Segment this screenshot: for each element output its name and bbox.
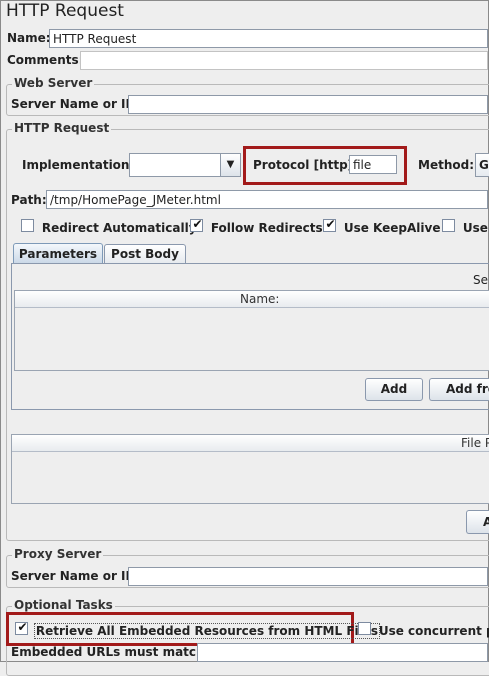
- protocol-label: Protocol [http]:: [253, 158, 358, 172]
- comments-label: Comments:: [7, 53, 84, 67]
- follow-redirects-label: Follow Redirects: [210, 221, 323, 235]
- redirect-automatically-checkbox[interactable]: Redirect Automatically: [21, 219, 197, 235]
- add-file-button[interactable]: A: [466, 510, 489, 534]
- check-icon: ✔: [17, 620, 28, 634]
- http-request-title: HTTP Request: [12, 121, 112, 135]
- checkbox-box[interactable]: [358, 622, 371, 635]
- server-name-input[interactable]: [128, 95, 488, 114]
- use-keepalive-checkbox[interactable]: ✔ Use KeepAlive: [323, 217, 441, 235]
- retrieve-embedded-resources-label: Retrieve All Embedded Resources from HTM…: [33, 623, 381, 639]
- checkbox-box[interactable]: ✔: [15, 620, 28, 635]
- add-from-clipboard-button[interactable]: Add fro: [429, 378, 489, 401]
- method-label: Method:: [418, 158, 474, 172]
- proxy-server-title: Proxy Server: [12, 547, 104, 561]
- checkbox-box[interactable]: ✔: [190, 217, 203, 232]
- file-path-column-header[interactable]: File P: [12, 435, 489, 452]
- use-keepalive-label: Use KeepAlive: [343, 221, 441, 235]
- embedded-urls-input[interactable]: [197, 643, 488, 662]
- check-icon: ✔: [192, 217, 203, 231]
- use-multipart-label: Use m: [462, 221, 489, 235]
- web-server-title: Web Server: [12, 76, 95, 90]
- name-value: HTTP Request: [53, 32, 137, 46]
- path-label: Path:: [11, 193, 47, 207]
- use-multipart-checkbox[interactable]: Use m: [442, 219, 489, 235]
- proxy-server-name-value: [129, 568, 487, 572]
- comments-value: [81, 52, 487, 56]
- tab-parameters[interactable]: Parameters: [13, 243, 103, 264]
- path-input[interactable]: /tmp/HomePage_JMeter.html: [46, 190, 488, 209]
- implementation-label: Implementation:: [22, 158, 135, 172]
- implementation-select[interactable]: ▼: [129, 153, 241, 177]
- checkbox-box[interactable]: ✔: [323, 217, 336, 232]
- retrieve-embedded-resources-checkbox[interactable]: ✔ Retrieve All Embedded Resources from H…: [15, 620, 381, 639]
- server-name-value: [129, 96, 487, 100]
- comments-field[interactable]: [80, 51, 488, 70]
- send-parameters-header: Se: [473, 273, 488, 287]
- method-select[interactable]: G: [475, 153, 489, 177]
- follow-redirects-checkbox[interactable]: ✔ Follow Redirects: [190, 217, 323, 235]
- name-field[interactable]: HTTP Request: [49, 29, 488, 48]
- protocol-input[interactable]: file: [349, 155, 397, 174]
- add-button[interactable]: Add: [365, 378, 423, 401]
- proxy-server-name-label: Server Name or IP:: [11, 569, 140, 583]
- use-concurrent-pool-label: Use concurrent po: [378, 624, 489, 638]
- protocol-value: file: [353, 158, 372, 172]
- check-icon: ✔: [325, 217, 336, 231]
- use-concurrent-pool-checkbox[interactable]: Use concurrent po: [358, 622, 489, 638]
- name-label: Name:: [7, 31, 51, 45]
- checkbox-box[interactable]: [442, 219, 455, 232]
- proxy-server-name-input[interactable]: [128, 567, 488, 586]
- path-value: /tmp/HomePage_JMeter.html: [50, 193, 221, 207]
- method-value: G: [479, 158, 489, 172]
- optional-tasks-title: Optional Tasks: [12, 598, 115, 612]
- files-table[interactable]: File P: [11, 434, 489, 504]
- name-column-header[interactable]: Name:: [15, 291, 489, 308]
- checkbox-box[interactable]: [21, 219, 34, 232]
- chevron-down-icon[interactable]: ▼: [220, 154, 240, 176]
- server-name-label: Server Name or IP:: [11, 97, 140, 111]
- parameters-table[interactable]: Name:: [14, 290, 489, 371]
- embedded-urls-label: Embedded URLs must match:: [11, 645, 210, 659]
- implementation-value: [130, 154, 218, 158]
- redirect-automatically-label: Redirect Automatically: [41, 221, 197, 235]
- page-title: HTTP Request: [6, 1, 124, 21]
- tab-post-body[interactable]: Post Body: [104, 244, 186, 264]
